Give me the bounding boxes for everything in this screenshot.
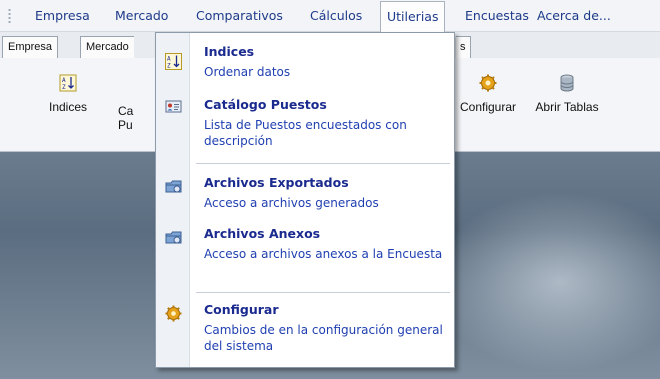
sort-az-icon: A Z [165, 53, 182, 70]
menu-comparativos[interactable]: Comparativos [190, 0, 289, 31]
menu-empresa[interactable]: Empresa [29, 0, 96, 31]
tab-empresa[interactable]: Empresa [2, 36, 59, 58]
dropdown-item-desc: Cambios de en la configuración general d… [204, 323, 443, 353]
dropdown-item-desc: Acceso a archivos anexos a la Encuesta [204, 247, 443, 261]
configurar-button[interactable]: Configurar [448, 74, 528, 114]
gear-icon [479, 74, 497, 92]
gear-icon [165, 305, 182, 322]
attached-files-icon [165, 231, 182, 244]
dropdown-item-archivos-exportados[interactable]: Archivos Exportados Acceso a archivos ge… [156, 169, 454, 219]
dropdown-item-desc: Lista de Puestos encuestados con descrip… [204, 118, 407, 148]
dropdown-item-catalogo-puestos[interactable]: Catálogo Puestos Lista de Puestos encues… [156, 91, 454, 159]
menu-mercado[interactable]: Mercado [109, 0, 174, 31]
svg-text:A: A [167, 56, 171, 63]
menu-utilerias[interactable]: Utilerias [380, 1, 446, 32]
utilerias-dropdown-menu: A Z Indices Ordenar datos Catálogo Puest… [155, 32, 455, 368]
dropdown-item-title: Catálogo Puestos [204, 97, 327, 112]
dropdown-item-title: Configurar [204, 302, 279, 317]
menu-encuestas[interactable]: Encuestas [459, 0, 535, 31]
dropdown-item-configurar[interactable]: Configurar Cambios de en la configuració… [156, 297, 454, 365]
catalogo-label-line1: Ca [118, 104, 134, 118]
dropdown-separator [196, 292, 450, 293]
dropdown-item-title: Archivos Anexos [204, 226, 321, 241]
menu-grip-handle[interactable] [8, 8, 11, 24]
svg-text:Z: Z [167, 63, 171, 70]
catalog-icon [165, 100, 182, 113]
menu-calculos[interactable]: Cálculos [304, 0, 368, 31]
database-icon [560, 74, 574, 92]
dropdown-item-title: Archivos Exportados [204, 175, 349, 190]
dropdown-item-archivos-anexos[interactable]: Archivos Anexos Acceso a archivos anexos… [156, 221, 454, 289]
tab-partial[interactable]: s [456, 36, 471, 58]
catalogo-puestos-button[interactable]: Ca Pu [118, 74, 158, 132]
configurar-label: Configurar [459, 100, 517, 114]
dropdown-separator [196, 163, 450, 164]
sort-az-icon: A Z [59, 74, 77, 92]
dropdown-item-desc: Ordenar datos [204, 65, 291, 79]
indices-label: Indices [48, 100, 88, 114]
menu-bar: Empresa Mercado Comparativos Cálculos Ut… [0, 0, 660, 32]
catalogo-label-line2: Pu [118, 118, 133, 132]
abrir-tablas-button[interactable]: Abrir Tablas [527, 74, 607, 114]
dropdown-item-indices[interactable]: A Z Indices Ordenar datos [156, 39, 454, 89]
export-files-icon [165, 180, 182, 193]
dropdown-item-title: Indices [204, 44, 255, 59]
menu-acerca-de[interactable]: Acerca de... [531, 0, 617, 31]
abrir-tablas-label: Abrir Tablas [535, 100, 599, 114]
svg-text:A: A [62, 77, 66, 84]
tab-mercado[interactable]: Mercado [80, 36, 134, 58]
dropdown-item-desc: Acceso a archivos generados [204, 196, 379, 210]
svg-text:Z: Z [62, 84, 66, 91]
desktop-glow [430, 192, 660, 372]
indices-button[interactable]: A Z Indices [28, 74, 108, 114]
